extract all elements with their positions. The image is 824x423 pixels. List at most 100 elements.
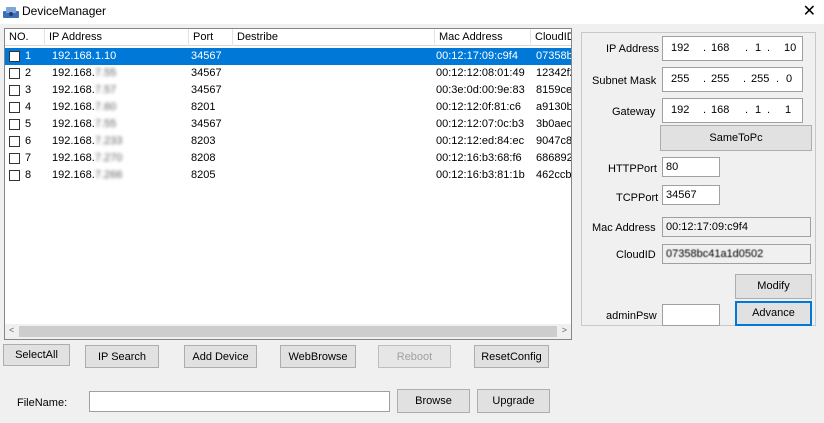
row-checkbox[interactable] — [9, 136, 20, 147]
column-header-describe[interactable]: Destribe — [233, 29, 435, 46]
cloud-id-field[interactable]: 07358bc41a1d0502 — [662, 244, 811, 264]
table-row[interactable]: 7 192.168.7.270 8208 00:12:16:b3:68:f6 68689… — [5, 150, 571, 167]
row-ip-suffix: 1.10 — [94, 50, 117, 62]
row-no: 2 — [25, 67, 32, 79]
row-cloud-id: 07358bc — [536, 50, 571, 62]
row-checkbox[interactable] — [9, 153, 20, 164]
row-ip: 192.168.7.270 — [52, 150, 189, 167]
modify-button[interactable]: Modify — [735, 274, 812, 299]
row-cloud-id: a9130b1 — [536, 101, 571, 113]
scroll-right-icon[interactable]: > — [562, 325, 567, 335]
row-no: 6 — [25, 135, 32, 147]
scrollbar-thumb[interactable] — [19, 326, 557, 337]
admin-password-input[interactable] — [662, 304, 720, 326]
web-browse-button[interactable]: WebBrowse — [280, 345, 356, 368]
table-row[interactable]: 8 192.168.7.266 8205 00:12:16:b3:81:1b 462cc… — [5, 167, 571, 184]
row-ip: 192.168.7.60 — [52, 99, 189, 116]
row-mac: 00:12:17:09:c9f4 — [436, 50, 518, 62]
mask-octet-3: 255 — [751, 73, 770, 85]
ip-search-button[interactable]: IP Search — [85, 345, 159, 368]
row-port: 8203 — [191, 135, 216, 147]
row-checkbox[interactable] — [9, 51, 20, 62]
row-no: 4 — [25, 101, 32, 113]
row-port: 34567 — [191, 67, 222, 79]
row-port: 34567 — [191, 118, 222, 130]
file-name-input[interactable] — [89, 391, 390, 412]
row-ip-prefix: 192.168. — [52, 50, 95, 62]
table-row[interactable]: 2 192.168.7.55 34567 00:12:12:08:01:49 12342… — [5, 65, 571, 82]
row-port: 34567 — [191, 84, 222, 96]
row-ip-prefix: 192.168. — [52, 67, 95, 79]
reboot-button[interactable]: Reboot — [378, 345, 451, 368]
close-icon[interactable]: ✕ — [803, 1, 816, 20]
ip-address-input[interactable]: 192 . 168 . 1 . 10 — [662, 36, 803, 61]
admin-password-label: adminPsw — [606, 310, 657, 322]
row-ip: 192.168.1.10 — [52, 48, 189, 65]
row-no: 5 — [25, 118, 32, 130]
table-row[interactable]: 4192.168.7.60820100:12:12:0f:81:c6a9130b… — [5, 99, 571, 116]
gateway-label: Gateway — [612, 106, 656, 118]
same-to-pc-button[interactable]: SameToPc — [660, 125, 812, 151]
upgrade-button[interactable]: Upgrade — [477, 389, 550, 413]
app-icon — [3, 7, 19, 18]
table-row[interactable]: 1192.168.1.103456700:12:17:09:c9f407358b… — [5, 48, 571, 65]
ip-address-label: IP Address — [606, 43, 659, 55]
row-checkbox[interactable] — [9, 102, 20, 113]
column-header-port[interactable]: Port — [189, 29, 233, 46]
gw-octet-4: 1 — [785, 104, 792, 116]
row-ip-prefix: 192.168. — [52, 152, 95, 164]
window-title: DeviceManager — [22, 4, 107, 18]
row-ip-prefix: 192.168. — [52, 169, 95, 181]
mask-dot: . — [776, 73, 780, 85]
row-checkbox[interactable] — [9, 68, 20, 79]
row-ip: 192.168.7.233 — [52, 133, 189, 150]
tcp-port-label: TCPPort — [616, 192, 659, 204]
row-no: 3 — [25, 84, 32, 96]
row-checkbox[interactable] — [9, 119, 20, 130]
row-ip: 192.168.7.55 — [52, 116, 189, 133]
ip-octet-3: 1 — [755, 42, 762, 54]
row-checkbox[interactable] — [9, 85, 20, 96]
scroll-left-icon[interactable]: < — [9, 325, 14, 335]
row-no: 8 — [25, 169, 32, 181]
row-ip-suffix: 7.266 — [94, 169, 123, 181]
ip-dot: . — [703, 42, 707, 54]
row-mac: 00:12:16:b3:81:1b — [436, 169, 525, 181]
browse-button[interactable]: Browse — [397, 389, 470, 413]
ip-dot: . — [767, 42, 771, 54]
row-ip-prefix: 192.168. — [52, 101, 95, 113]
ip-octet-1: 192 — [671, 42, 690, 54]
row-mac: 00:12:12:ed:84:ec — [436, 135, 525, 147]
device-list[interactable]: NO. IP Address Port Destribe Mac Address… — [4, 28, 572, 340]
subnet-mask-input[interactable]: 255 . 255 . 255 . 0 — [662, 67, 803, 92]
add-device-button[interactable]: Add Device — [184, 345, 257, 368]
row-ip-prefix: 192.168. — [52, 135, 95, 147]
column-header-cloudid[interactable]: CloudID — [531, 29, 571, 46]
advance-button[interactable]: Advance — [735, 301, 812, 326]
row-ip: 192.168.7.55 — [52, 65, 189, 82]
list-header: NO. IP Address Port Destribe Mac Address… — [5, 29, 571, 46]
table-row[interactable]: 3 192.168.7.57 34567 00:3e:0d:00:9e:83 8159c… — [5, 82, 571, 99]
row-port: 34567 — [191, 50, 222, 62]
row-cloud-id: 6868928 — [536, 152, 571, 164]
column-header-mac[interactable]: Mac Address — [435, 29, 531, 46]
gw-octet-3: 1 — [755, 104, 762, 116]
column-header-no[interactable]: NO. — [5, 29, 45, 46]
gateway-input[interactable]: 192 . 168 . 1 . 1 — [662, 98, 803, 123]
row-ip: 192.168.7.57 — [52, 82, 189, 99]
table-row[interactable]: 6 192.168.7.233 8203 00:12:12:ed:84:ec 9047c… — [5, 133, 571, 150]
select-all-button[interactable]: SelectAll — [3, 344, 70, 366]
mac-address-field[interactable]: 00:12:17:09:c9f4 — [662, 217, 811, 237]
column-header-ip[interactable]: IP Address — [45, 29, 189, 46]
table-row[interactable]: 5 192.168.7.55 34567 00:12:12:07:0c:b3 3b0ae… — [5, 116, 571, 133]
row-no: 1 — [25, 50, 32, 62]
file-name-label: FileName: — [17, 397, 68, 409]
reset-config-button[interactable]: ResetConfig — [474, 345, 549, 368]
tcp-port-input[interactable]: 34567 — [662, 185, 720, 205]
gw-octet-2: 168 — [711, 104, 730, 116]
http-port-label: HTTPPort — [608, 163, 657, 175]
horizontal-scrollbar[interactable]: < > — [5, 324, 571, 339]
row-checkbox[interactable] — [9, 170, 20, 181]
gw-dot: . — [745, 104, 749, 116]
http-port-input[interactable]: 80 — [662, 157, 720, 177]
